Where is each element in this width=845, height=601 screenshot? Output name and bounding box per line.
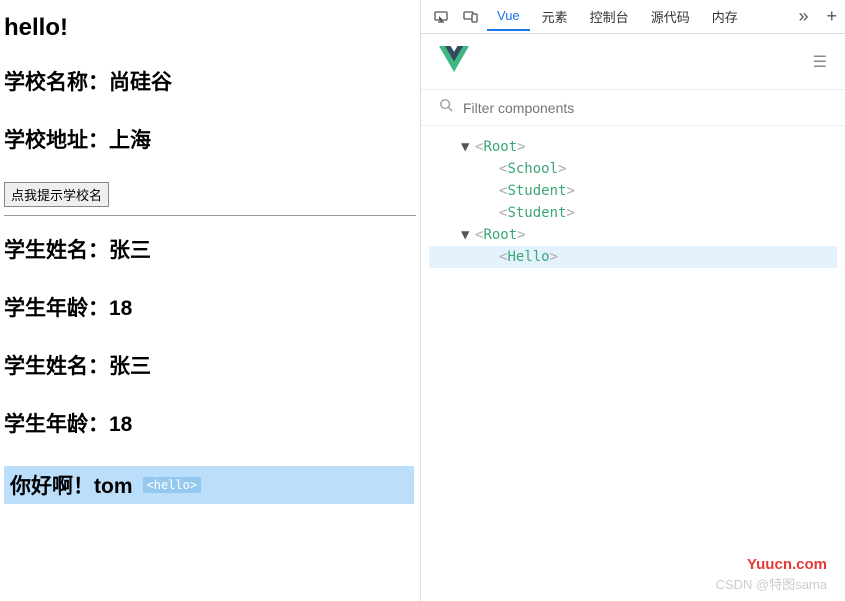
school-address: 学校地址：上海 [4,124,416,154]
tab-sources[interactable]: 源代码 [641,1,700,32]
tree-node-root[interactable]: ▼<Root> [429,136,837,158]
vue-toolbar: ☰ [421,34,845,90]
vue-logo-icon [439,46,469,77]
school-name: 学校名称：尚硅谷 [4,66,416,96]
inspect-icon[interactable] [427,3,455,31]
student-name: 学生姓名：张三 [4,234,416,264]
hello-text: 你好啊！tom [10,470,133,500]
tab-memory[interactable]: 内存 [702,1,748,32]
app-panel: hello! 学校名称：尚硅谷 学校地址：上海 点我提示学校名 学生姓名：张三 … [0,0,420,601]
devtools-tabs: Vue 元素 控制台 源代码 内存 » + [421,0,845,34]
tree-node-hello[interactable]: <Hello> [429,246,837,268]
watermark-site: Yuucn.com [747,556,827,573]
device-icon[interactable] [457,3,485,31]
tab-console[interactable]: 控制台 [580,1,639,32]
divider [4,215,416,216]
tab-elements[interactable]: 元素 [532,1,578,32]
menu-icon[interactable]: ☰ [813,52,827,72]
student-age: 学生年龄：18 [4,292,416,322]
hello-component-highlight[interactable]: 你好啊！tom <hello> [4,466,414,504]
page-title: hello! [4,14,416,42]
tree-node-student[interactable]: <Student> [429,180,837,202]
tab-vue[interactable]: Vue [487,2,530,31]
student-age: 学生年龄：18 [4,408,416,438]
hello-tag: <hello> [143,477,202,493]
more-tabs-icon[interactable]: » [790,6,816,27]
tree-node-student[interactable]: <Student> [429,202,837,224]
search-icon [439,98,453,117]
search-input[interactable] [463,100,827,116]
add-tab-icon[interactable]: + [818,6,845,27]
component-tree: ▼<Root> <School> <Student> <Student> ▼<R… [421,126,845,278]
watermark-csdn: CSDN @特图sama [716,574,827,593]
alert-school-button[interactable]: 点我提示学校名 [4,182,109,207]
tree-node-school[interactable]: <School> [429,158,837,180]
tree-node-root[interactable]: ▼<Root> [429,224,837,246]
student-name: 学生姓名：张三 [4,350,416,380]
component-search [421,90,845,126]
devtools-panel: Vue 元素 控制台 源代码 内存 » + ☰ ▼<Root> <School>… [420,0,845,601]
